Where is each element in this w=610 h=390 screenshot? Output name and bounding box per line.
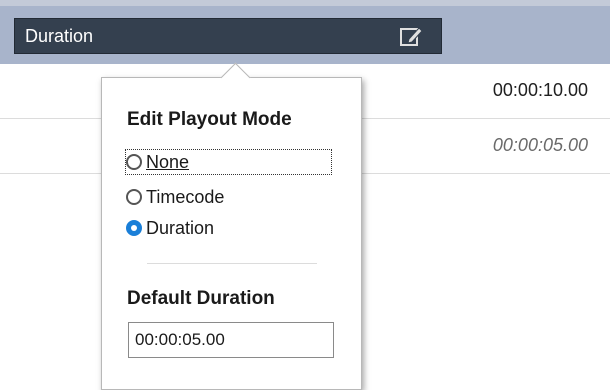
duration-cell: 00:00:10.00 xyxy=(492,80,588,100)
duration-column-header[interactable]: Duration xyxy=(14,18,442,54)
popup-divider xyxy=(147,263,317,264)
radio-label-duration: Duration xyxy=(146,217,215,238)
header-strip xyxy=(0,0,610,6)
default-duration-input[interactable] xyxy=(128,322,334,358)
radio-circle[interactable] xyxy=(126,189,142,205)
playout-mode-popup: Edit Playout Mode None Timecode Duration… xyxy=(101,62,362,390)
duration-cell: 00:00:05.00 xyxy=(492,135,588,155)
edit-playout-mode-heading: Edit Playout Mode xyxy=(127,109,292,130)
radio-circle[interactable] xyxy=(126,154,142,170)
default-duration-heading: Default Duration xyxy=(127,288,275,309)
radio-circle[interactable] xyxy=(126,220,142,236)
radio-label-timecode: Timecode xyxy=(146,186,225,207)
column-header-label: Duration xyxy=(25,26,94,46)
radio-label-none: None xyxy=(146,151,190,172)
edit-icon[interactable] xyxy=(400,25,424,47)
radio-timecode[interactable]: Timecode xyxy=(126,185,224,209)
radio-none[interactable]: None xyxy=(125,149,332,175)
radio-duration[interactable]: Duration xyxy=(126,216,214,240)
